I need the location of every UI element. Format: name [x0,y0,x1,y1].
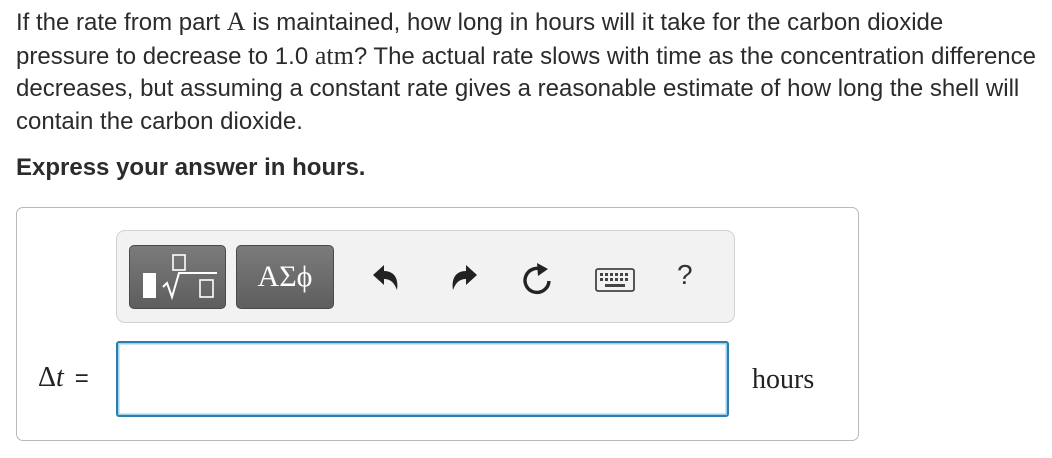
answer-instruction: Express your answer in hours. [16,154,366,181]
reset-circular-arrow-icon[interactable] [519,259,555,297]
undo-arrow-icon[interactable] [371,263,403,293]
help-button[interactable]: ? [677,259,693,291]
question-part-1: If the rate from part [16,9,227,36]
equals-sign: = [74,365,89,392]
part-reference: A [226,7,246,36]
templates-button[interactable] [129,245,226,309]
delta-symbol: Δ [38,362,57,393]
keyboard-icon[interactable] [595,268,635,292]
question-text: If the rate from part A is maintained, h… [16,6,1036,138]
variable-label: Δt = [38,362,89,394]
fraction-sqrt-template-icon [143,254,217,301]
answer-input[interactable] [116,341,729,417]
symbols-button-label: ΑΣϕ [257,260,313,293]
redo-arrow-icon[interactable] [447,263,479,293]
math-toolbar: ΑΣϕ ? [116,230,735,323]
unit-atm: atm [314,40,354,70]
symbols-button[interactable]: ΑΣϕ [236,245,334,309]
variable-t: t [56,362,64,393]
unit-label: hours [752,364,815,395]
